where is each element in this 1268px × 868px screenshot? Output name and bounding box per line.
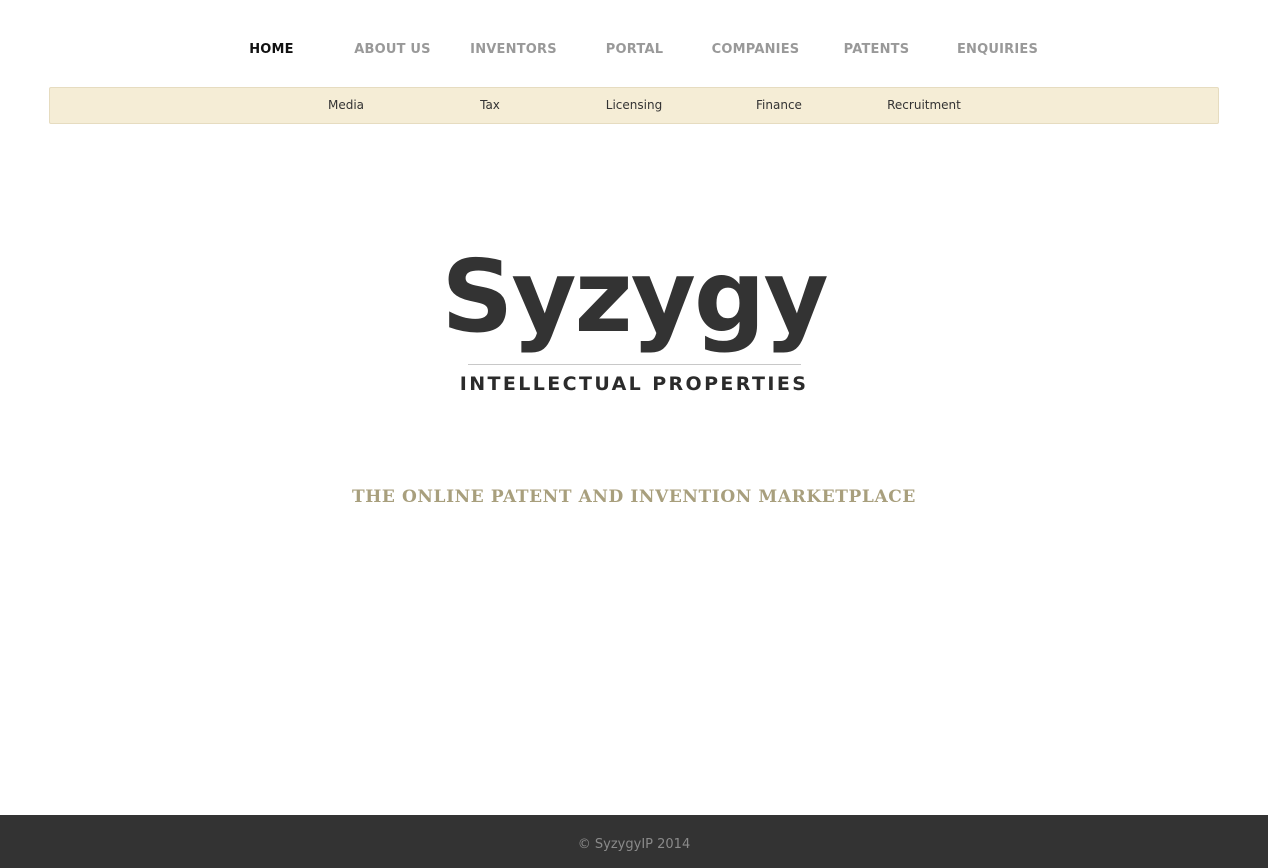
footer: © SyzygyIP 2014 [0, 815, 1268, 868]
nav-item-inventors[interactable]: INVENTORS [453, 42, 574, 57]
nav-item-about-us[interactable]: ABOUT US [332, 42, 453, 57]
page: HOME ABOUT US INVENTORS PORTAL COMPANIES… [0, 0, 1268, 868]
nav-item-home[interactable]: HOME [211, 42, 332, 57]
main-navigation: HOME ABOUT US INVENTORS PORTAL COMPANIES… [0, 0, 1268, 87]
sub-nav-item-finance[interactable]: Finance [719, 98, 839, 112]
nav-item-patents[interactable]: PATENTS [816, 42, 937, 57]
tagline: THE ONLINE PATENT AND INVENTION MARKETPL… [352, 487, 916, 507]
sub-navigation-bar: Media Tax Licensing Finance Recruitment [49, 87, 1219, 124]
sub-nav-item-tax[interactable]: Tax [430, 98, 550, 112]
logo-divider [467, 364, 801, 365]
nav-item-portal[interactable]: PORTAL [574, 42, 695, 57]
logo-subtitle: INTELLECTUAL PROPERTIES [459, 373, 809, 395]
site-logo[interactable]: Syzygy INTELLECTUAL PROPERTIES [0, 238, 1268, 395]
logo-wordmark: Syzygy [441, 238, 828, 355]
sub-nav-item-media[interactable]: Media [286, 98, 406, 112]
footer-copyright: © SyzygyIP 2014 [577, 837, 691, 852]
sub-nav-item-licensing[interactable]: Licensing [574, 98, 694, 112]
nav-item-enquiries[interactable]: ENQUIRIES [937, 42, 1058, 57]
nav-item-companies[interactable]: COMPANIES [695, 42, 816, 57]
sub-nav-item-recruitment[interactable]: Recruitment [864, 98, 984, 112]
